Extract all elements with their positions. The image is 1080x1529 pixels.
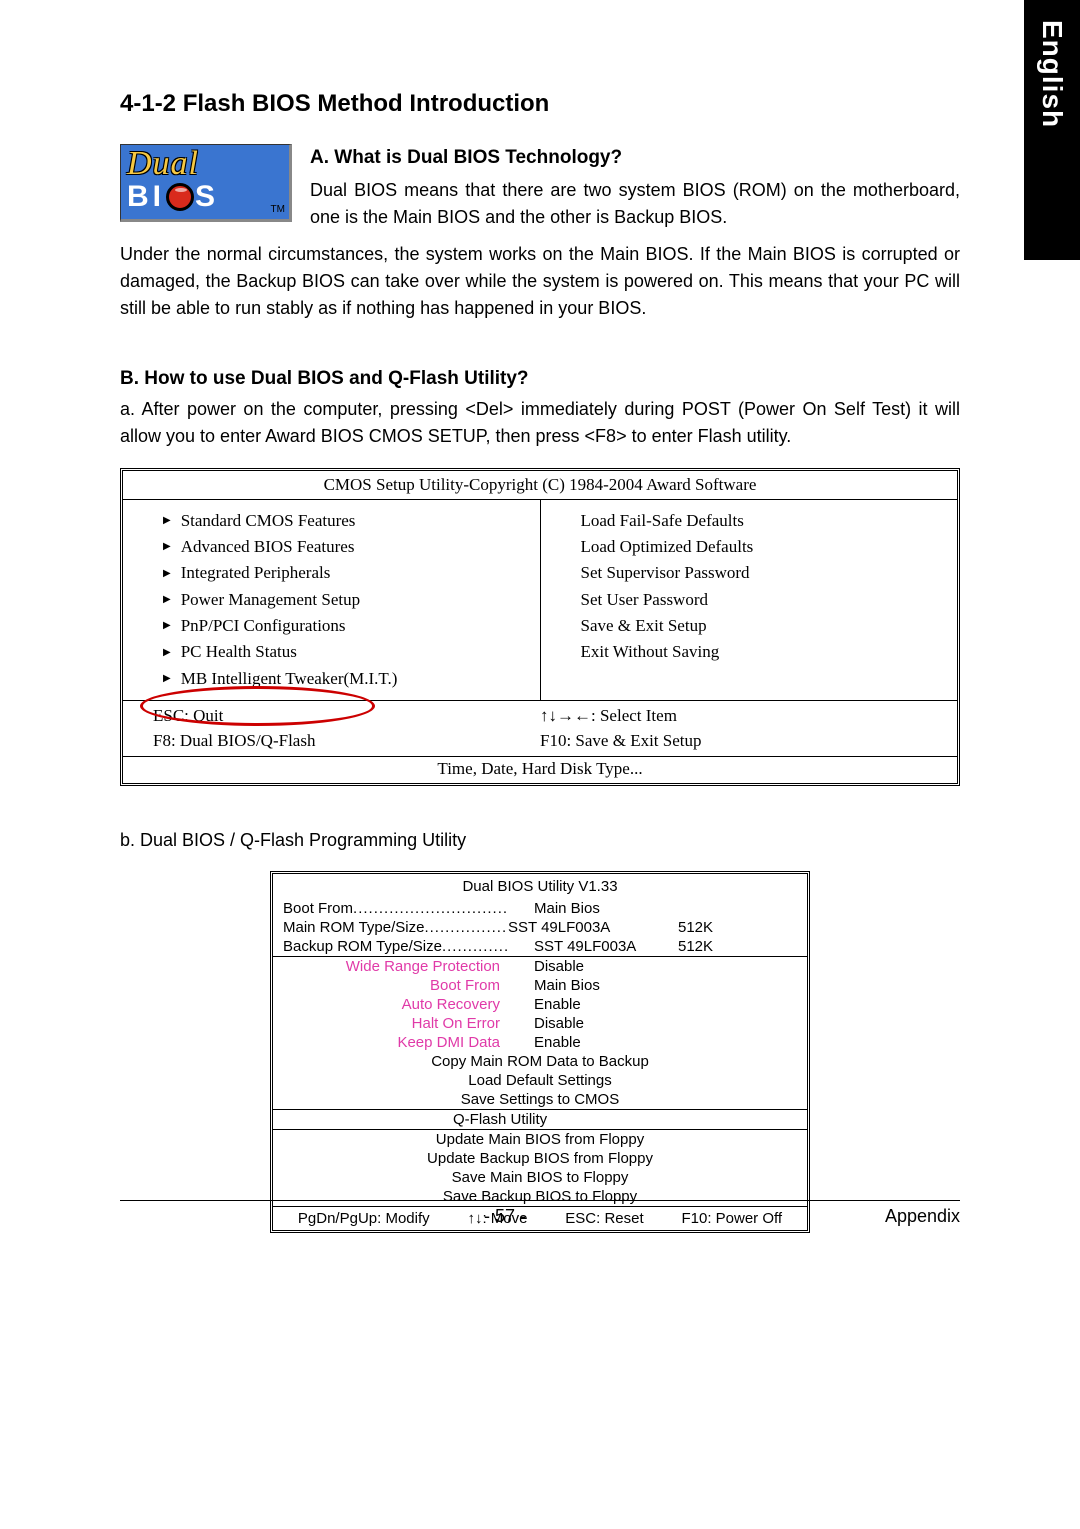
qf-extra: 512K: [678, 919, 713, 936]
cmos-item[interactable]: ▶ Standard CMOS Features: [163, 508, 528, 534]
cmos-item-label: Set Supervisor Password: [581, 560, 750, 586]
qf-setting-label: Wide Range Protection: [283, 958, 508, 975]
logo-line2: BI S: [127, 180, 283, 214]
qf-extra: 512K: [678, 938, 713, 955]
cmos-item[interactable]: Set Supervisor Password: [581, 560, 946, 586]
dots: ..........................: [442, 938, 508, 955]
logo-pre: BI: [127, 180, 165, 214]
qf-setting-row[interactable]: Boot From Main Bios: [273, 976, 807, 995]
cmos-hint: Time, Date, Hard Disk Type...: [123, 756, 957, 783]
cmos-item-label: Set User Password: [581, 587, 709, 613]
cmos-setup-box: CMOS Setup Utility-Copyright (C) 1984-20…: [120, 468, 960, 786]
key-f10: F10: Save & Exit Setup: [540, 728, 927, 754]
cmos-item-label: PC Health Status: [181, 639, 297, 665]
footer-rule: [120, 1200, 960, 1201]
triangle-icon: ▶: [163, 592, 171, 608]
qf-setting-value: Enable: [508, 996, 678, 1013]
triangle-icon: ▶: [163, 513, 171, 529]
qf-setting-row[interactable]: Wide Range Protection Disable: [273, 957, 807, 976]
cmos-item[interactable]: Save & Exit Setup: [581, 613, 946, 639]
cmos-item-label: PnP/PCI Configurations: [181, 613, 346, 639]
cmos-item-label: Power Management Setup: [181, 587, 360, 613]
triangle-icon: ▶: [163, 618, 171, 634]
key-arrows: ↑↓→←: Select Item: [540, 703, 927, 729]
highlight-ellipse-icon: [140, 686, 375, 726]
qf-action[interactable]: Save Backup BIOS to Floppy: [273, 1187, 807, 1206]
qf-setting-value: Enable: [508, 1034, 678, 1051]
cmos-item[interactable]: ▶ Advanced BIOS Features: [163, 534, 528, 560]
qf-setting-row[interactable]: Halt On Error Disable: [273, 1014, 807, 1033]
qf-label: Backup ROM Type/Size: [283, 938, 442, 955]
logo-line1: Dual: [127, 149, 283, 180]
cmos-title: CMOS Setup Utility-Copyright (C) 1984-20…: [123, 471, 957, 500]
qf-setting-value: Disable: [508, 958, 678, 975]
cmos-item[interactable]: Exit Without Saving: [581, 639, 946, 665]
triangle-icon: ▶: [163, 539, 171, 555]
qf-action[interactable]: Load Default Settings: [273, 1071, 807, 1090]
qf-setting-label: Boot From: [283, 977, 508, 994]
cmos-item[interactable]: ▶ Power Management Setup: [163, 587, 528, 613]
cmos-item-label: Exit Without Saving: [581, 639, 720, 665]
dots: ..............................: [424, 919, 508, 936]
page-content: 4-1-2 Flash BIOS Method Introduction Dua…: [120, 90, 960, 1233]
step-b-text: b. Dual BIOS / Q-Flash Programming Utili…: [120, 830, 960, 851]
cmos-item[interactable]: ▶ PnP/PCI Configurations: [163, 613, 528, 639]
qf-setting-value: Disable: [508, 1015, 678, 1032]
qf-value: Main Bios: [508, 900, 678, 917]
qf-value: SST 49LF003A: [508, 938, 678, 955]
qf-info-row: Boot From...............................…: [273, 899, 807, 918]
qf-action[interactable]: Save Main BIOS to Floppy: [273, 1168, 807, 1187]
section-b-heading: B. How to use Dual BIOS and Q-Flash Util…: [120, 368, 960, 390]
page-footer: . - 57 - Appendix: [120, 1206, 960, 1227]
logo-tm: TM: [271, 204, 285, 215]
triangle-icon: ▶: [163, 671, 171, 687]
language-tab: English: [1024, 0, 1080, 260]
cmos-item-label: Load Fail-Safe Defaults: [581, 508, 744, 534]
cmos-right-col: Load Fail-Safe Defaults Load Optimized D…: [541, 500, 958, 700]
qflash-util-label: Q-Flash Utility: [273, 1110, 807, 1129]
qf-setting-label: Keep DMI Data: [283, 1034, 508, 1051]
qf-setting-row[interactable]: Keep DMI Data Enable: [273, 1033, 807, 1052]
cmos-item[interactable]: ▶ PC Health Status: [163, 639, 528, 665]
intro-p2: Under the normal circumstances, the syst…: [120, 241, 960, 322]
cmos-item-label: Standard CMOS Features: [181, 508, 356, 534]
triangle-icon: ▶: [163, 645, 171, 661]
cmos-item-label: Integrated Peripherals: [181, 560, 331, 586]
qf-action[interactable]: Copy Main ROM Data to Backup: [273, 1052, 807, 1071]
logo-o-icon: [166, 183, 194, 211]
qf-setting-label: Halt On Error: [283, 1015, 508, 1032]
dots: ........................................…: [353, 900, 508, 917]
qf-label: Main ROM Type/Size: [283, 919, 424, 936]
qf-info-row: Backup ROM Type/Size....................…: [273, 937, 807, 956]
qf-info-row: Main ROM Type/Size......................…: [273, 918, 807, 937]
cmos-item[interactable]: Load Fail-Safe Defaults: [581, 508, 946, 534]
footer-section: Appendix: [885, 1206, 960, 1227]
triangle-icon: ▶: [163, 566, 171, 582]
cmos-left-col: ▶ Standard CMOS Features ▶ Advanced BIOS F…: [123, 500, 541, 700]
cmos-item[interactable]: ▶ Integrated Peripherals: [163, 560, 528, 586]
intro-p1: Dual BIOS means that there are two syste…: [310, 177, 960, 231]
qf-setting-value: Main Bios: [508, 977, 678, 994]
cmos-item-label: Advanced BIOS Features: [181, 534, 355, 560]
cmos-item-label: Load Optimized Defaults: [581, 534, 754, 560]
qflash-box: Dual BIOS Utility V1.33 Boot From.......…: [270, 871, 810, 1233]
intro-heading: A. What is Dual BIOS Technology?: [310, 144, 960, 173]
qf-setting-label: Auto Recovery: [283, 996, 508, 1013]
qflash-title: Dual BIOS Utility V1.33: [273, 874, 807, 899]
qf-setting-row[interactable]: Auto Recovery Enable: [273, 995, 807, 1014]
cmos-item[interactable]: Set User Password: [581, 587, 946, 613]
cmos-item[interactable]: Load Optimized Defaults: [581, 534, 946, 560]
page-number: - 57 -: [484, 1206, 526, 1227]
logo-post: S: [195, 180, 219, 214]
section-b-p: a. After power on the computer, pressing…: [120, 396, 960, 450]
section-title: 4-1-2 Flash BIOS Method Introduction: [120, 90, 960, 118]
cmos-item-label: Save & Exit Setup: [581, 613, 707, 639]
qf-action[interactable]: Update Backup BIOS from Floppy: [273, 1149, 807, 1168]
dual-bios-logo: Dual BI S TM: [120, 144, 292, 222]
qf-value: SST 49LF003A: [508, 919, 678, 936]
qf-action[interactable]: Update Main BIOS from Floppy: [273, 1130, 807, 1149]
key-f8: F8: Dual BIOS/Q-Flash: [153, 728, 540, 754]
qf-label: Boot From: [283, 900, 353, 917]
qf-action[interactable]: Save Settings to CMOS: [273, 1090, 807, 1109]
